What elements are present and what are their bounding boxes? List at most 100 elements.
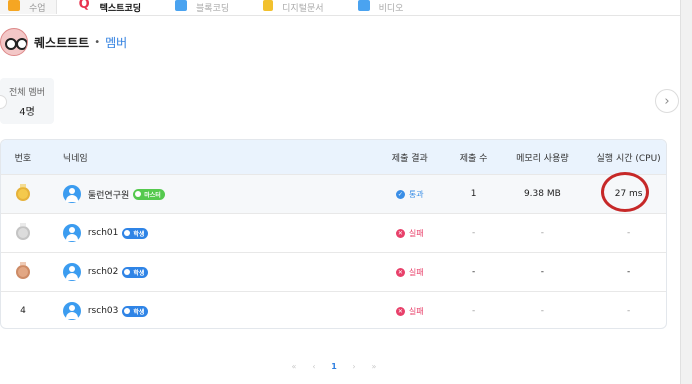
time-cell: -: [626, 267, 631, 277]
role-badge: 학생: [122, 305, 149, 317]
nickname-cell: rsch03 학생: [45, 302, 366, 320]
category-tabs: 수업 Q 텍스트코딩 블록코딩 디지털문서 비디오: [0, 0, 680, 16]
role-badge-label: 학생: [133, 308, 145, 316]
result-cell: ✕ 실패: [366, 228, 454, 239]
col-number: 번호: [14, 153, 32, 164]
tab-document[interactable]: 디지털문서: [255, 0, 324, 14]
first-page-button[interactable]: «: [284, 362, 304, 371]
submissions-cell: 1: [470, 189, 477, 199]
result-cell: ✓ 통과: [366, 189, 454, 200]
result-cell: ✕ 실패: [366, 306, 454, 317]
nickname: 둘런연구원: [87, 190, 130, 201]
memory-cell: -: [540, 267, 544, 277]
x-icon: ✕: [395, 306, 405, 316]
col-time: 실행 시간 (CPU): [596, 153, 661, 164]
video-icon: [357, 0, 370, 11]
tab-class-label: 수업: [29, 3, 46, 14]
tab-block-coding-label: 블록코딩: [196, 3, 230, 14]
tab-document-label: 디지털문서: [282, 3, 324, 14]
nickname: rsch02: [87, 267, 119, 277]
document-icon: [263, 0, 274, 11]
user-icon: [62, 185, 81, 203]
next-card-button[interactable]: ›: [655, 89, 679, 113]
nickname-cell: rsch02 학생: [45, 263, 366, 281]
block-coding-icon: [175, 0, 188, 11]
vertical-scrollbar[interactable]: [680, 0, 692, 384]
x-icon: ✕: [395, 228, 405, 238]
badge-dot-icon: [124, 230, 131, 236]
x-icon: ✕: [395, 267, 405, 277]
total-members-count: 4명: [19, 107, 35, 118]
highlight-circle-annotation: [601, 172, 649, 212]
page-1-button[interactable]: 1: [324, 362, 344, 371]
class-icon: [8, 0, 20, 11]
result-label: 실패: [408, 228, 424, 238]
result-status[interactable]: ✕ 실패: [395, 267, 424, 278]
nickname: rsch01: [87, 228, 119, 238]
quest-header: 퀘스트트트 • 멤버: [0, 28, 127, 56]
tab-text-coding[interactable]: Q 텍스트코딩: [71, 0, 141, 14]
total-members-label: 전체 멤버: [9, 88, 45, 98]
member-role-link[interactable]: 멤버: [105, 34, 127, 51]
check-icon: ✓: [395, 189, 405, 199]
separator-dot: •: [94, 36, 101, 48]
rank-number: 4: [20, 306, 26, 316]
submissions-cell: -: [471, 267, 476, 277]
col-nickname: 닉네임: [62, 153, 88, 164]
nickname-cell: 둘런연구원 마스터: [45, 185, 366, 203]
role-badge: 마스터: [133, 188, 165, 200]
silver-medal-icon: [15, 223, 30, 240]
tab-block-coding[interactable]: 블록코딩: [167, 0, 229, 14]
time-cell: -: [626, 306, 631, 316]
result-status[interactable]: ✓ 통과: [395, 189, 424, 200]
tab-class[interactable]: 수업: [0, 0, 57, 14]
result-label: 통과: [408, 189, 424, 199]
prev-page-button[interactable]: ‹: [304, 362, 324, 371]
nickname: rsch03: [87, 306, 119, 316]
role-badge-label: 학생: [133, 230, 145, 238]
table-row[interactable]: rsch02 학생 ✕ 실패 - - -: [1, 252, 666, 291]
submissions-cell: -: [471, 228, 476, 238]
role-badge: 학생: [122, 266, 149, 278]
table-row[interactable]: 4 rsch03 학생 ✕ 실패 - - -: [1, 291, 666, 328]
rank-cell: [1, 262, 45, 279]
tab-video-label: 비디오: [378, 3, 404, 14]
next-page-button[interactable]: ›: [344, 362, 364, 371]
user-icon: [62, 263, 81, 281]
result-status[interactable]: ✕ 실패: [395, 306, 424, 317]
tab-text-coding-label: 텍스트코딩: [99, 3, 142, 14]
user-icon: [62, 302, 81, 320]
ranking-table: 번호 닉네임 제출 결과 제출 수 메모리 사용량 실행 시간 (CPU) 둘런…: [0, 139, 667, 329]
tab-video[interactable]: 비디오: [350, 0, 404, 14]
time-cell: -: [626, 228, 631, 238]
chevron-right-icon: ›: [664, 93, 670, 109]
badge-dot-icon: [124, 269, 131, 275]
last-page-button[interactable]: »: [364, 362, 384, 371]
role-badge-label: 마스터: [144, 191, 161, 199]
quest-name: 퀘스트트트: [34, 35, 90, 50]
nickname-cell: rsch01 학생: [45, 224, 366, 242]
member-summary-card[interactable]: 전체 멤버 4명: [0, 78, 54, 124]
result-label: 실패: [408, 306, 424, 316]
result-label: 실패: [408, 267, 424, 277]
result-cell: ✕ 실패: [366, 267, 454, 278]
submissions-cell: -: [471, 306, 476, 316]
table-row[interactable]: rsch01 학생 ✕ 실패 - - -: [1, 213, 666, 252]
gold-medal-icon: [15, 184, 30, 201]
col-submissions: 제출 수: [459, 153, 488, 164]
badge-dot-icon: [124, 308, 131, 314]
table-row[interactable]: 둘런연구원 마스터 ✓ 통과 1 9.38 MB 27 ms: [1, 174, 666, 213]
result-status[interactable]: ✕ 실패: [395, 228, 424, 239]
avatar: [0, 28, 28, 56]
col-memory: 메모리 사용량: [516, 153, 569, 164]
table-header: 번호 닉네임 제출 결과 제출 수 메모리 사용량 실행 시간 (CPU): [1, 140, 666, 174]
memory-cell: -: [540, 306, 544, 316]
memory-cell: 9.38 MB: [523, 189, 561, 199]
role-badge: 학생: [122, 227, 149, 239]
role-badge-label: 학생: [133, 269, 145, 277]
pagination: « ‹ 1 › »: [284, 362, 384, 371]
rank-cell: [1, 184, 45, 201]
badge-dot-icon: [135, 191, 142, 197]
bronze-medal-icon: [15, 262, 30, 279]
col-result: 제출 결과: [391, 153, 428, 164]
